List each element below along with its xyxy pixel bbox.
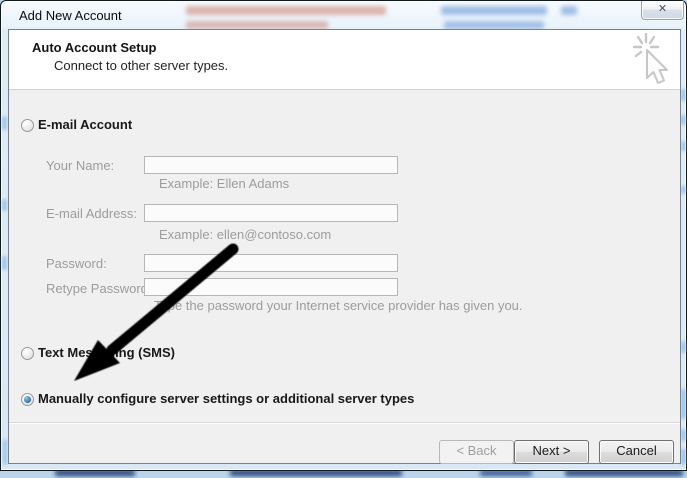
- wizard-content-panel: Auto Account Setup Connect to other serv…: [8, 29, 681, 464]
- your-name-input[interactable]: [144, 156, 398, 174]
- glass-smudge: [681, 186, 686, 194]
- back-button: < Back: [439, 440, 514, 464]
- radio-text-messaging[interactable]: [21, 347, 34, 360]
- background-text-blur: [186, 21, 328, 29]
- glass-smudge: [2, 116, 7, 130]
- glass-smudge: [681, 341, 686, 353]
- your-name-example: Example: Ellen Adams: [159, 176, 289, 191]
- background-text-blur: [444, 21, 544, 29]
- glass-smudge: [681, 89, 686, 101]
- background-text-blur: [186, 6, 386, 15]
- window-title: Add New Account: [19, 8, 122, 23]
- glass-smudge: [681, 141, 686, 151]
- radio-email-account-label[interactable]: E-mail Account: [38, 117, 132, 132]
- click-cursor-icon: [629, 33, 675, 89]
- glass-smudge: [3, 439, 7, 465]
- password-label: Password:: [46, 256, 107, 271]
- page-subtitle: Connect to other server types.: [54, 58, 228, 73]
- close-button[interactable]: ✕: [641, 1, 684, 20]
- background-text-blur: [561, 6, 577, 15]
- glass-smudge: [2, 256, 7, 270]
- radio-manual-configure[interactable]: [21, 393, 34, 406]
- glass-smudge: [681, 449, 686, 465]
- cancel-button[interactable]: Cancel: [599, 440, 674, 464]
- your-name-label: Your Name:: [46, 158, 114, 173]
- next-button[interactable]: Next >: [514, 440, 589, 464]
- glass-smudge: [681, 429, 686, 441]
- background-text-blur: [441, 6, 547, 15]
- email-address-label: E-mail Address:: [46, 206, 137, 221]
- glass-smudge: [681, 115, 686, 125]
- close-icon: ✕: [658, 3, 667, 15]
- password-input[interactable]: [144, 254, 398, 272]
- page-title: Auto Account Setup: [32, 40, 156, 55]
- title-bar[interactable]: Add New Account ✕: [1, 1, 686, 29]
- radio-text-messaging-label[interactable]: Text Messaging (SMS): [38, 345, 175, 360]
- radio-manual-configure-label[interactable]: Manually configure server settings or ad…: [38, 391, 414, 406]
- wizard-header: Auto Account Setup Connect to other serv…: [9, 30, 680, 90]
- password-note: Type the password your Internet service …: [154, 298, 523, 313]
- retype-password-label: Retype Password:: [46, 281, 152, 296]
- email-address-input[interactable]: [144, 204, 398, 222]
- glass-smudge: [681, 389, 686, 419]
- email-address-example: Example: ellen@contoso.com: [159, 227, 331, 242]
- screen: Add New Account ✕ Auto Account Setup Con…: [0, 0, 687, 478]
- add-new-account-dialog: Add New Account ✕ Auto Account Setup Con…: [0, 0, 687, 471]
- retype-password-input[interactable]: [144, 278, 398, 296]
- radio-email-account[interactable]: [21, 119, 34, 132]
- glass-smudge: [2, 199, 7, 211]
